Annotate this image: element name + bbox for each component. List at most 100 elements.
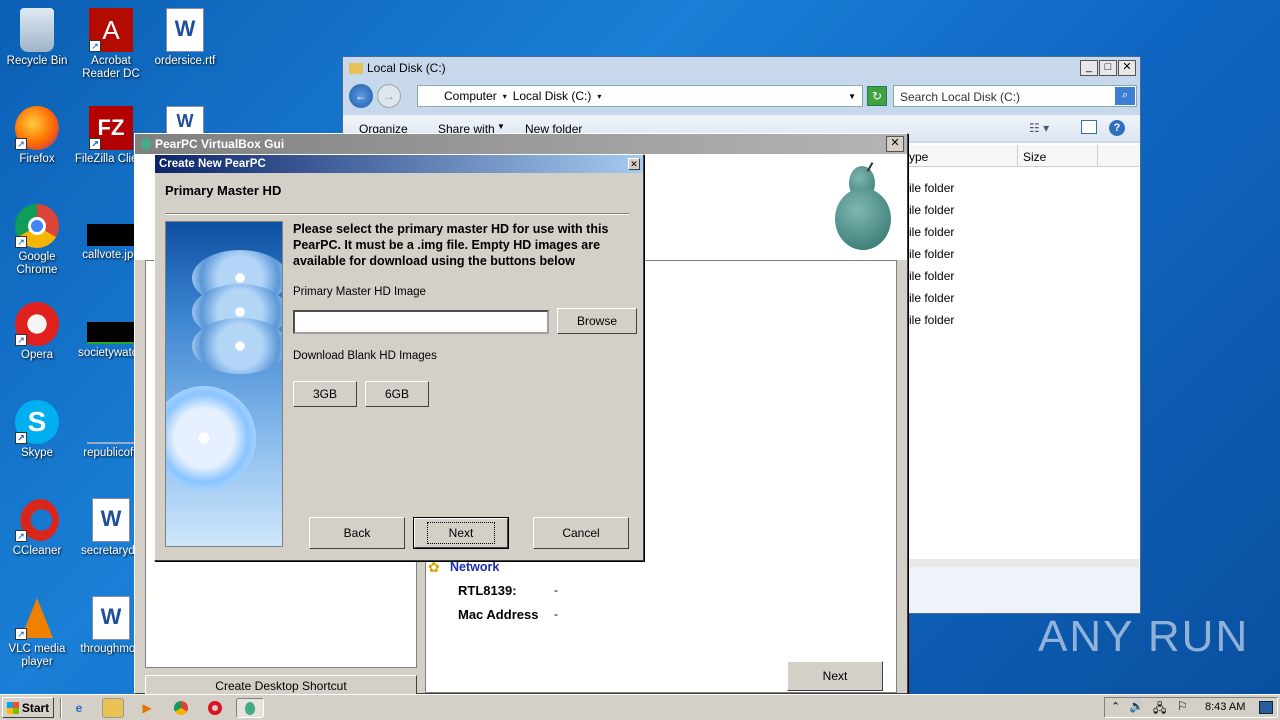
help-icon[interactable]: ? [1109, 120, 1125, 136]
column-divider [1097, 145, 1098, 167]
column-headers: ype Size [903, 145, 1139, 167]
word-document-icon: W [166, 106, 204, 134]
back-button[interactable]: Back [309, 517, 405, 549]
download-3gb-button[interactable]: 3GB [293, 381, 357, 407]
column-header-size[interactable]: Size [1023, 150, 1046, 164]
close-button[interactable]: ✕ [1118, 60, 1136, 76]
breadcrumb[interactable]: Computer ▾ Local Disk (C:) ▾ ▼ [417, 85, 863, 107]
folder-icon [349, 62, 363, 74]
desktop-icon-label: Recycle Bin [6, 55, 68, 67]
desktop-icon-recycle-bin[interactable]: Recycle Bin [0, 8, 74, 68]
pear-icon [141, 138, 151, 150]
word-document-icon: W [166, 8, 204, 52]
download-blank-label: Download Blank HD Images [293, 350, 437, 362]
acrobat-icon: A ↗ [89, 8, 133, 52]
dialog-titlebar: Create New PearPC ✕ [155, 155, 643, 173]
chevron-down-icon[interactable]: ▾ [503, 92, 507, 101]
close-icon[interactable]: ✕ [628, 158, 640, 170]
file-rows: ile folder ile folder ile folder ile folder… [903, 177, 1139, 331]
chrome-taskbar-icon[interactable] [170, 698, 192, 718]
media-player-icon[interactable]: ▶ [136, 698, 158, 718]
chevron-down-icon: ▼ [497, 122, 505, 131]
search-input[interactable]: Search Local Disk (C:) ⌕ [893, 85, 1137, 107]
desktop-icon-ordersice[interactable]: W ordersice.rtf [148, 8, 222, 68]
breadcrumb-item[interactable]: Local Disk (C:) [513, 89, 592, 103]
desktop-icon-label: Opera [21, 349, 53, 361]
action-center-flag-icon[interactable]: ⚐ [1177, 699, 1188, 713]
table-row[interactable]: ile folder [903, 243, 1139, 265]
mac-address-value: - [554, 607, 558, 621]
cancel-button[interactable]: Cancel [533, 517, 629, 549]
table-row[interactable]: ile folder [903, 309, 1139, 331]
internet-explorer-icon[interactable]: e [68, 698, 90, 718]
browse-button[interactable]: Browse [557, 308, 637, 334]
minimize-button[interactable]: _ [1080, 60, 1098, 76]
download-6gb-button[interactable]: 6GB [365, 381, 429, 407]
desktop-icon-label: Skype [21, 447, 53, 459]
image-thumbnail-icon [87, 224, 135, 246]
view-options-icon[interactable]: ☷ ▾ [1029, 121, 1049, 135]
heading-divider [165, 213, 629, 215]
dialog-description: Please select the primary master HD for … [293, 222, 609, 268]
pear-logo-icon [835, 162, 891, 252]
anyrun-watermark: ANY RUN [1038, 612, 1250, 661]
filezilla-icon: FZ ↗ [89, 106, 133, 150]
show-desktop-icon[interactable] [1259, 701, 1273, 714]
back-arrow-icon[interactable]: ← [349, 84, 373, 108]
opera-taskbar-icon[interactable] [204, 698, 226, 718]
rtl8139-label: RTL8139: [458, 583, 517, 598]
window-title: Local Disk (C:) [367, 61, 446, 75]
start-button[interactable]: Start [2, 697, 54, 718]
chevron-down-icon[interactable]: ▾ [597, 92, 601, 101]
create-pearpc-dialog: Create New PearPC ✕ Primary Master HD Pl… [154, 154, 644, 561]
preview-pane-icon[interactable] [1081, 120, 1097, 134]
show-hidden-icons-icon[interactable]: ⌃ [1111, 700, 1120, 713]
desktop-icon-acrobat[interactable]: A ↗ Acrobat Reader DC [74, 8, 148, 81]
horizontal-scrollbar[interactable] [903, 559, 1139, 567]
rtl8139-value: - [554, 583, 558, 597]
network-icon[interactable]: 🖧 [1153, 699, 1166, 720]
breadcrumb-item[interactable]: Computer [444, 89, 497, 103]
forward-arrow-icon[interactable]: → [377, 84, 401, 108]
opera-icon: ↗ [15, 302, 59, 346]
close-button[interactable]: ✕ [886, 136, 904, 152]
system-tray: ⌃ 🔊 🖧 ⚐ 8:43 AM [1104, 697, 1278, 718]
desktop-icon-vlc[interactable]: ↗ VLC media player [0, 596, 74, 669]
desktop-icon-label: ordersice.rtf [154, 55, 216, 67]
table-row[interactable]: ile folder [903, 221, 1139, 243]
quick-launch-separator [60, 698, 62, 718]
desktop-icon-skype[interactable]: S ↗ Skype [0, 400, 74, 460]
file-explorer-icon[interactable] [102, 698, 124, 718]
word-document-icon: W [92, 498, 130, 542]
column-divider [1017, 145, 1018, 167]
desktop-icon-chrome[interactable]: ↗ Google Chrome [0, 204, 74, 277]
network-heading: Network [450, 560, 500, 574]
clock[interactable]: 8:43 AM [1205, 701, 1245, 713]
table-row[interactable]: ile folder [903, 265, 1139, 287]
vlc-icon: ↗ [15, 596, 59, 640]
maximize-button[interactable]: □ [1099, 60, 1117, 76]
desktop-icon-firefox[interactable]: ↗ Firefox [0, 106, 74, 166]
dialog-title: Create New PearPC [159, 158, 266, 170]
main-next-button[interactable]: Next [787, 661, 883, 691]
desktop-icon-opera[interactable]: ↗ Opera [0, 302, 74, 362]
table-row[interactable]: ile folder [903, 287, 1139, 309]
chevron-down-icon[interactable]: ▼ [848, 92, 856, 101]
table-row[interactable]: ile folder [903, 199, 1139, 221]
explorer-titlebar: Local Disk (C:) _ □ ✕ [343, 57, 1140, 79]
volume-icon[interactable]: 🔊 [1129, 699, 1144, 713]
desktop-icon-label: CCleaner [12, 545, 62, 557]
search-icon[interactable]: ⌕ [1115, 87, 1135, 105]
address-bar-row: ← → Computer ▾ Local Disk (C:) ▾ ▼ ↻ Sea… [343, 81, 1140, 111]
desktop-icon-label: VLC media player [8, 643, 66, 668]
refresh-icon[interactable]: ↻ [867, 86, 887, 106]
next-button[interactable]: Next [413, 517, 509, 549]
ccleaner-icon: ↗ [15, 498, 59, 542]
hd-image-input[interactable] [293, 310, 549, 334]
pearpc-taskbar-icon[interactable] [236, 698, 264, 718]
desktop-icon-label: Google Chrome [16, 251, 58, 276]
table-row[interactable]: ile folder [903, 177, 1139, 199]
dialog-heading: Primary Master HD [165, 183, 282, 198]
column-header-type[interactable]: ype [909, 150, 928, 164]
desktop-icon-ccleaner[interactable]: ↗ CCleaner [0, 498, 74, 558]
